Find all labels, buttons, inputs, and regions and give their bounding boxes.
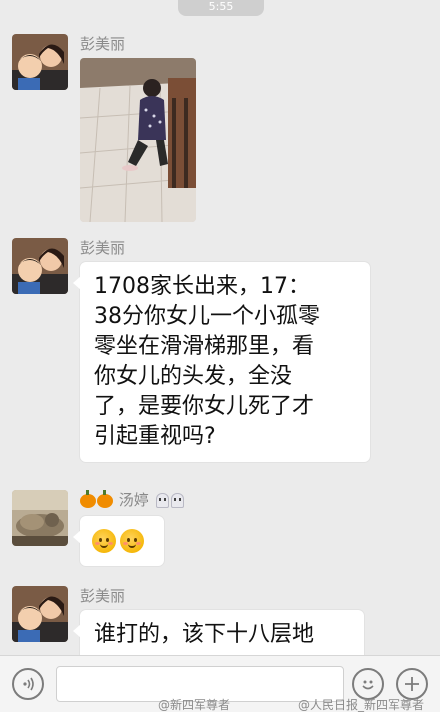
watermark-text: @新四军尊者	[158, 698, 231, 712]
message-line: 1708家长出来，17：	[94, 274, 310, 299]
avatar[interactable]	[12, 238, 68, 294]
message-line: 你女儿的头发，全没	[94, 364, 293, 389]
message-bubble[interactable]	[73, 516, 164, 566]
avatar[interactable]	[12, 490, 68, 546]
plus-icon	[405, 677, 419, 691]
voice-button[interactable]	[12, 668, 44, 700]
avatar[interactable]	[12, 34, 68, 90]
pumpkin-icon	[97, 489, 113, 508]
sender-name: 彭美丽	[80, 239, 126, 257]
emoji-icon	[362, 680, 374, 690]
ghost-icon	[170, 493, 184, 508]
blushing-face-icon	[120, 529, 144, 553]
chat-message: 彭美丽 1708家长出来，17： 38分你女儿一个小孤零 零坐在滑滑梯那里，看 …	[12, 238, 432, 478]
sender-name: 汤婷	[118, 491, 149, 509]
sender-name-row: 汤婷	[80, 489, 184, 510]
sender-name: 彭美丽	[80, 35, 126, 53]
chat-message: 彭美丽	[12, 34, 432, 234]
message-line: 38分你女儿一个小孤零	[94, 304, 320, 329]
message-line: 谁打的，该下十八层地	[94, 622, 315, 647]
message-line: 零坐在滑滑梯那里，看	[94, 334, 315, 359]
message-line: 了，是要你女儿死了才	[94, 394, 315, 419]
status-time: 5:55	[208, 0, 234, 13]
sender-name: 彭美丽	[80, 587, 126, 605]
ghost-icon	[155, 493, 169, 508]
chat-message: 汤婷	[12, 489, 432, 570]
chat-photo[interactable]	[80, 58, 196, 222]
chat-input-bar: @新四军尊者 @人民日报_新四军尊者	[0, 655, 440, 712]
voice-icon	[23, 677, 34, 691]
status-time-pill: 5:55	[178, 0, 264, 16]
watermark-text: @人民日报_新四军尊者	[298, 698, 425, 712]
blushing-face-icon	[92, 529, 116, 553]
message-bubble[interactable]: 1708家长出来，17： 38分你女儿一个小孤零 零坐在滑滑梯那里，看 你女儿的…	[73, 262, 370, 462]
avatar[interactable]	[12, 586, 68, 642]
message-line: 引起重视吗?	[94, 424, 216, 449]
pumpkin-icon	[80, 489, 96, 508]
chat-message: 彭美丽 谁打的，该下十八层地	[12, 586, 432, 662]
